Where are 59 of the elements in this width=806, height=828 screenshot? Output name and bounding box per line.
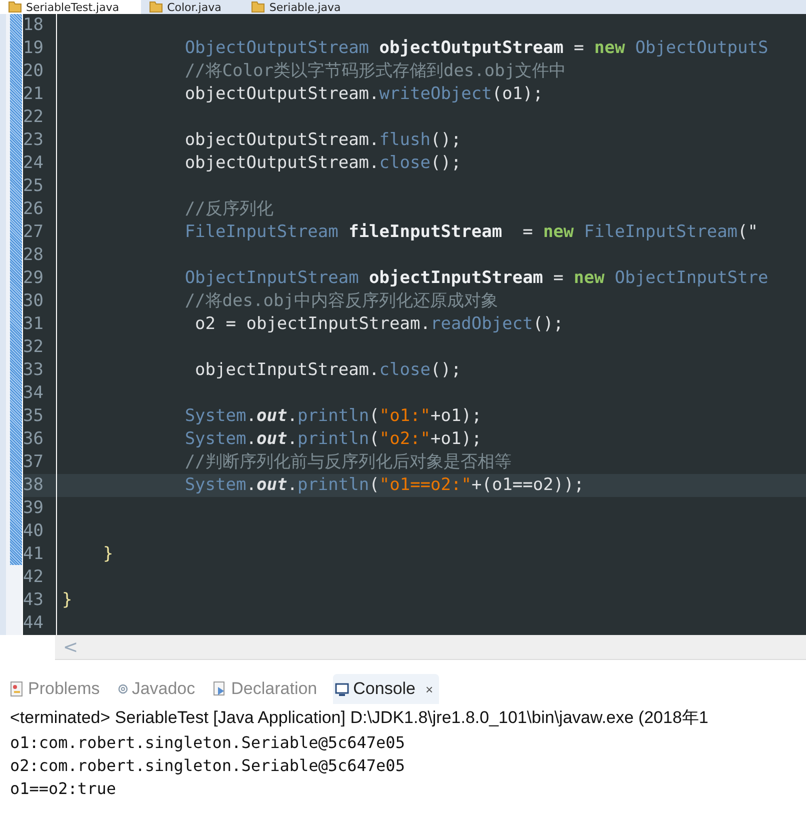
line-number: 28 <box>23 244 57 267</box>
line-number: 27 <box>23 221 57 244</box>
code-line: //将des.obj中内容反序列化还原成对象 <box>184 290 498 313</box>
panel-tab[interactable]: Javadoc <box>116 674 202 704</box>
line-number: 35 <box>23 405 57 428</box>
code-line: System.out.println("o2:"+o1); <box>184 428 482 451</box>
line-number: 31 <box>23 313 57 336</box>
panel-tab[interactable]: Declaration <box>211 674 324 704</box>
line-number: 44 <box>23 612 57 635</box>
panel-tab[interactable]: Problems <box>8 674 106 704</box>
line-number: 39 <box>23 497 57 520</box>
code-line: ObjectInputStream objectInputStream = new ObjectInputStre <box>184 267 768 290</box>
line-number: 24 <box>23 152 57 175</box>
code-line: objectInputStream.close(); <box>194 359 462 382</box>
line-number: 43 <box>23 589 57 612</box>
console-header: <terminated> SeriableTest [Java Application] D:\JDK1.8\jre1.8.0_101\bin\javaw.exe (2018年1 <box>10 707 710 729</box>
line-number: 33 <box>23 359 57 382</box>
line-number: 20 <box>23 60 57 83</box>
panel-tab[interactable]: Console × <box>333 674 440 704</box>
code-line: System.out.println("o1==o2:"+(o1==o2)); <box>184 474 584 497</box>
line-number: 29 <box>23 267 57 290</box>
code-line: objectOutputStream.writeObject(o1); <box>184 83 544 106</box>
line-number: 32 <box>23 336 57 359</box>
line-number: 26 <box>23 198 57 221</box>
console-output-line: o1==o2:true <box>10 778 117 800</box>
editor-tab[interactable]: Seriable.java <box>243 0 363 14</box>
line-number: 42 <box>23 566 57 589</box>
code-line: } <box>61 589 72 612</box>
line-number: 38 <box>23 474 57 497</box>
line-number: 34 <box>23 382 57 405</box>
code-line: } <box>102 543 114 566</box>
close-icon[interactable]: × <box>426 682 434 696</box>
console-icon <box>335 682 350 696</box>
editor-tab[interactable]: SeriableTest.java <box>0 0 142 14</box>
code-line: //将Color类以字节码形式存储到des.obj文件中 <box>184 60 566 83</box>
line-number: 37 <box>23 451 57 474</box>
line-number: 18 <box>23 14 57 37</box>
code-line: FileInputStream fileInputStream = new FileInputStream(" <box>184 221 758 244</box>
line-number: 25 <box>23 175 57 198</box>
line-number: 40 <box>23 520 57 543</box>
line-number: 30 <box>23 290 57 313</box>
code-line: System.out.println("o1:"+o1); <box>184 405 482 428</box>
code-line: //判断序列化前与反序列化后对象是否相等 <box>184 451 512 474</box>
line-number: 21 <box>23 83 57 106</box>
line-number: 36 <box>23 428 57 451</box>
editor-tab[interactable]: Color.java <box>141 0 244 14</box>
code-line: ObjectOutputStream objectOutputStream = new ObjectOutputS <box>184 37 768 60</box>
code-line: o2 = objectInputStream.readObject(); <box>194 313 564 336</box>
console-output-line: o2:com.robert.singleton.Seriable@5c647e05 <box>10 755 406 777</box>
console-output-line: o1:com.robert.singleton.Seriable@5c647e05 <box>10 732 406 754</box>
line-number: 23 <box>23 129 57 152</box>
line-number: 41 <box>23 543 57 566</box>
declaration-icon <box>213 681 228 697</box>
code-line: //反序列化 <box>184 198 274 221</box>
line-number: 19 <box>23 37 57 60</box>
line-number: 22 <box>23 106 57 129</box>
problems-icon <box>10 681 24 697</box>
code-line: objectOutputStream.close(); <box>184 152 462 175</box>
code-line: objectOutputStream.flush(); <box>184 129 462 152</box>
